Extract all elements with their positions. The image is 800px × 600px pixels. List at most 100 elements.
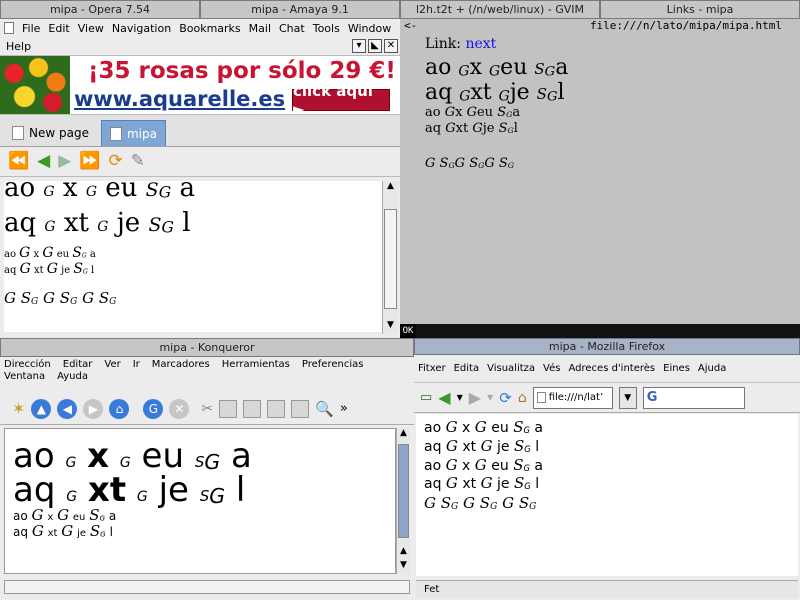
banner-url[interactable]: www.aquarelle.es [74, 87, 285, 111]
konqueror-vertical-scrollbar[interactable]: ▲ ▲ ▼ [396, 428, 410, 574]
links-back-button[interactable]: <- [404, 19, 417, 35]
google-icon: G [646, 390, 658, 405]
scroll-down-icon[interactable]: ▼ [397, 560, 410, 574]
reload-icon[interactable]: ⟳ [109, 153, 123, 170]
back-icon[interactable]: ◀ [438, 388, 450, 407]
new-window-icon[interactable]: ▭ [420, 390, 432, 405]
forward-dropdown-icon[interactable]: ▼ [487, 393, 493, 402]
zoom-icon[interactable]: 🔍 [315, 400, 334, 418]
menu-window[interactable]: Window [344, 22, 395, 35]
tab-mipa[interactable]: mipa [100, 120, 166, 146]
url-text: file:///n/lat’ [548, 392, 604, 403]
ad-banner[interactable]: ¡35 rosas por sólo 29 €! www.aquarelle.e… [0, 55, 400, 118]
menu-preferencias[interactable]: Preferencias [302, 359, 368, 370]
menu-bookmarks[interactable]: Bookmarks [175, 22, 244, 35]
scroll-up-icon[interactable]: ▲ [383, 181, 398, 195]
scroll-down-icon[interactable]: ▲ [397, 546, 410, 560]
tab-new-page[interactable]: New page [4, 120, 97, 146]
roses-image [0, 56, 70, 114]
firefox-toolbar: ▭ ◀ ▼ ▶ ▼ ⟳ ⌂ file:///n/lat’ ▼ G [414, 383, 800, 413]
edit-icon[interactable]: ✎ [131, 153, 145, 170]
print-preview-icon[interactable] [291, 399, 310, 418]
stop-icon[interactable]: ✕ [169, 398, 190, 419]
rewind-icon[interactable]: ⏪ [8, 153, 29, 170]
amaya-title-text[interactable]: mipa - Amaya 9.1 [251, 3, 349, 16]
back-icon[interactable]: ◀ [57, 398, 78, 419]
scroll-down-icon[interactable]: ▼ [383, 320, 398, 334]
menu-file[interactable]: File [18, 22, 44, 35]
scroll-up-icon[interactable]: ▲ [397, 428, 410, 442]
menu-ver[interactable]: Ver [104, 359, 124, 370]
close-icon[interactable]: ✕ [384, 39, 398, 53]
home-icon[interactable]: ⌂ [109, 398, 130, 419]
menu-help[interactable]: Help [2, 40, 35, 53]
konq-line-4: aq G xt G je SG l [13, 522, 113, 541]
gvim-titlebar[interactable]: l2h.t2t + (/n/web/linux) - GVIM [400, 0, 600, 19]
firefox-statusbar: Fet [416, 580, 798, 598]
links-line-1: ao Gx Geu SGa [425, 54, 569, 80]
page-icon [109, 126, 122, 141]
opera-vertical-scrollbar[interactable]: ▲ ▼ [382, 181, 398, 334]
fast-forward-icon[interactable]: ⏩ [79, 153, 100, 170]
scroll-thumb[interactable] [384, 209, 397, 309]
menu-edit[interactable]: Edit [44, 22, 73, 35]
menu-eines[interactable]: Eines [663, 363, 690, 374]
menu-herramientas[interactable]: Herramientas [222, 359, 294, 370]
menu-ventana[interactable]: Ventana [4, 371, 49, 382]
menu-marcadores[interactable]: Marcadores [152, 359, 214, 370]
more-toolbar-icon[interactable]: » [340, 401, 348, 416]
firefox-titlebar[interactable]: mipa - Mozilla Firefox [414, 338, 800, 355]
tab-label: New page [29, 126, 89, 140]
menu-mail[interactable]: Mail [245, 22, 275, 35]
copy-icon[interactable] [219, 399, 238, 418]
reload-icon[interactable]: ⟳ [499, 389, 512, 407]
opera-title-text[interactable]: mipa - Opera 7.54 [50, 3, 150, 16]
firefox-url-input[interactable]: file:///n/lat’ [532, 386, 613, 409]
forward-icon[interactable]: ▶ [469, 388, 481, 407]
restore-icon[interactable]: ◣ [368, 39, 382, 53]
konqueror-titlebar[interactable]: mipa - Konqueror [0, 338, 414, 357]
up-icon[interactable]: ▲ [31, 398, 52, 419]
reload-icon[interactable]: G [143, 398, 164, 419]
links-ok-indicator: OK [400, 324, 416, 338]
back-icon[interactable]: ◀ [37, 153, 50, 170]
links-line-4: aq Gxt Gje SGl [425, 120, 518, 136]
print-icon[interactable] [267, 399, 286, 418]
menu-editar[interactable]: Editar [63, 359, 97, 370]
links-line-3: ao Gx Geu SGa [425, 105, 521, 121]
menu-visualitza[interactable]: Visualitza [487, 363, 535, 374]
url-dropdown-button[interactable]: ▼ [618, 386, 637, 409]
home-icon[interactable]: ⌂ [518, 390, 527, 406]
menu-direccion[interactable]: Dirección [4, 359, 55, 370]
banner-click-button[interactable]: click aquí ► [292, 82, 390, 118]
menu-adreces[interactable]: Adreces d'interès [568, 363, 655, 374]
opera-menubar: File Edit View Navigation Bookmarks Mail… [0, 19, 400, 37]
menu-ayuda[interactable]: Ayuda [57, 371, 92, 382]
home-folder-icon[interactable]: ✶ [12, 399, 25, 418]
opera-line-1: ao G x G eu SG a [4, 181, 195, 203]
right-titlebars: mipa - Amaya 9.1 l2h.t2t + (/n/web/linux… [400, 0, 800, 19]
konqueror-menubar: Dirección Editar Ver Ir Marcadores Herra… [0, 357, 414, 393]
menu-navigation[interactable]: Navigation [108, 22, 175, 35]
menu-fitxer[interactable]: Fitxer [418, 363, 446, 374]
paste-icon[interactable] [243, 399, 262, 418]
menu-view[interactable]: View [74, 22, 108, 35]
firefox-search-input[interactable]: G [642, 386, 745, 409]
links-titlebar[interactable]: Links - mipa [600, 0, 800, 19]
menu-ajuda[interactable]: Ajuda [698, 363, 726, 374]
menu-edita[interactable]: Edita [454, 363, 480, 374]
minimize-icon[interactable]: ▾ [352, 39, 366, 53]
forward-icon[interactable]: ▶ [83, 398, 104, 419]
cut-icon[interactable]: ✂ [201, 401, 213, 417]
opera-line-5: G SG G SG G SG [4, 288, 117, 307]
menu-tools[interactable]: Tools [309, 22, 344, 35]
scroll-thumb[interactable] [398, 444, 409, 538]
opera-tabbar: New page mipa [0, 115, 400, 147]
menu-chat[interactable]: Chat [275, 22, 309, 35]
menu-ves[interactable]: Vés [543, 363, 560, 374]
menu-ir[interactable]: Ir [133, 359, 144, 370]
forward-icon[interactable]: ▶ [58, 153, 71, 170]
opera-window-title-narrow: mipa - Opera 7.54 [0, 0, 200, 19]
back-dropdown-icon[interactable]: ▼ [457, 393, 463, 402]
next-link[interactable]: next [465, 36, 496, 52]
